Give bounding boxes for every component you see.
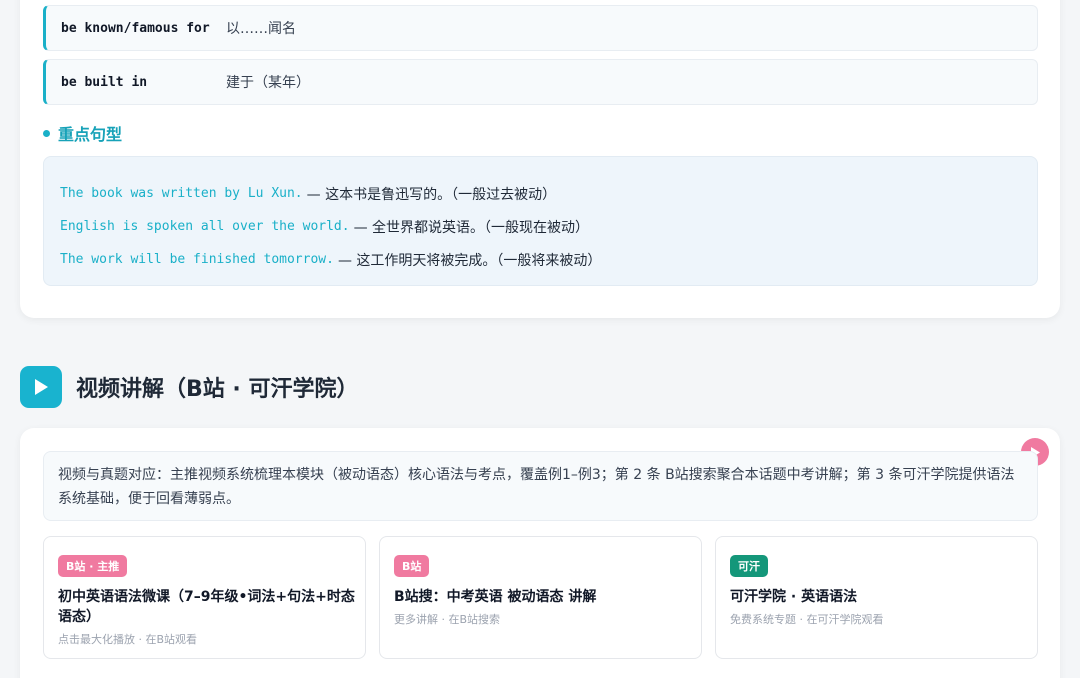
phrase-row: be known/famous for 以……闻名	[43, 5, 1038, 51]
video-section-header: 视频讲解（B站 · 可汗学院）	[20, 366, 358, 408]
video-link-card[interactable]: B站 B站搜：中考英语 被动语态 讲解 更多讲解 · 在B站搜索	[379, 536, 702, 659]
video-subtitle: 免费系统专题 · 在可汗学院观看	[730, 613, 884, 626]
source-badge: B站 · 主推	[58, 555, 128, 577]
key-sentences-heading: 重点句型	[43, 121, 122, 145]
video-link-card[interactable]: 可汗 可汗学院 · 英语语法 免费系统专题 · 在可汗学院观看	[715, 536, 1038, 659]
sentence-row: The work will be finished tomorrow. — 这工…	[60, 243, 1021, 276]
key-sentences-box: The book was written by Lu Xun. — 这本书是鲁迅…	[43, 156, 1038, 286]
sentence-english: English is spoken all over the world.	[60, 219, 350, 234]
key-sentences-title: 重点句型	[58, 125, 123, 144]
sentence-row: The book was written by Lu Xun. — 这本书是鲁迅…	[60, 177, 1021, 210]
phrase-chinese: 建于（某年）	[226, 75, 310, 91]
video-title: B站搜：中考英语 被动语态 讲解	[394, 589, 597, 605]
phrase-chinese: 以……闻名	[226, 21, 296, 37]
sentence-row: English is spoken all over the world. — …	[60, 210, 1021, 243]
bullet-dot-icon	[43, 129, 50, 137]
sentence-english: The book was written by Lu Xun.	[60, 186, 303, 201]
video-title: 可汗学院 · 英语语法	[730, 589, 858, 605]
video-link-card[interactable]: B站 · 主推 初中英语语法微课（7–9年级•词法+句法+时态语态） 点击最大化…	[43, 536, 366, 659]
sentence-translation: — 全世界都说英语。（一般现在被动）	[353, 219, 590, 236]
video-section-title: 视频讲解（B站 · 可汗学院）	[76, 377, 359, 402]
source-badge: 可汗	[730, 555, 768, 577]
phrase-english: be known/famous for	[61, 20, 210, 36]
play-icon	[20, 366, 62, 408]
sentence-translation: — 这工作明天将被完成。（一般将来被动）	[337, 252, 602, 269]
source-badge: B站	[394, 555, 430, 577]
phrase-row: be built in 建于（某年）	[43, 59, 1038, 105]
video-subtitle: 点击最大化播放 · 在B站观看	[58, 633, 198, 646]
video-subtitle: 更多讲解 · 在B站搜索	[394, 613, 501, 626]
sentence-translation: — 这本书是鲁迅写的。（一般过去被动）	[306, 186, 557, 203]
sentence-english: The work will be finished tomorrow.	[60, 252, 334, 267]
video-title: 初中英语语法微课（7–9年级•词法+句法+时态语态）	[58, 589, 355, 625]
phrase-english: be built in	[61, 74, 148, 90]
video-intro-text: 视频与真题对应：主推视频系统梳理本模块（被动语态）核心语法与考点，覆盖例1–例3…	[43, 451, 1038, 521]
